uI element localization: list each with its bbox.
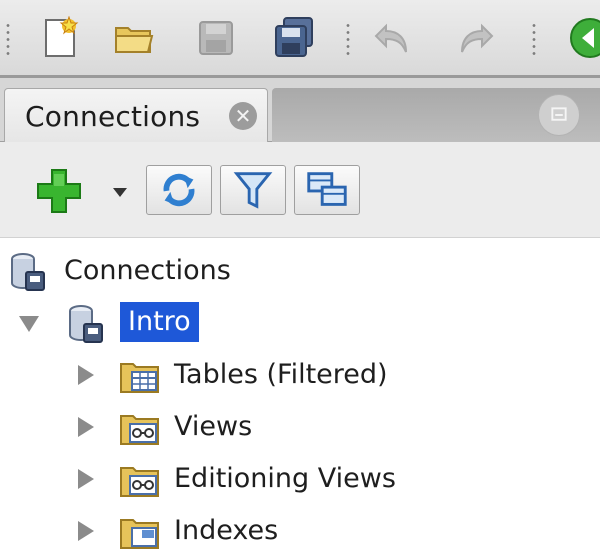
redo-icon <box>461 23 494 53</box>
save-icon <box>199 21 233 55</box>
add-connection-button[interactable] <box>34 166 84 216</box>
chevron-down-icon <box>113 188 127 197</box>
collapsed-triangle-icon[interactable] <box>72 414 98 440</box>
add-connection-dropdown[interactable] <box>112 186 128 198</box>
views-folder-icon <box>118 406 162 450</box>
tree-item-label: Editioning Views <box>174 463 396 494</box>
collapsed-triangle-icon[interactable] <box>72 466 98 492</box>
refresh-icon <box>163 173 195 207</box>
connections-toolbar <box>0 142 600 238</box>
close-icon[interactable]: ✕ <box>229 102 257 130</box>
open-button[interactable] <box>112 16 156 60</box>
expanded-triangle-icon[interactable] <box>16 310 42 336</box>
save-all-icon <box>275 17 313 57</box>
minimize-panel-button[interactable] <box>538 94 580 136</box>
database-icon <box>64 302 108 346</box>
tree-item-views[interactable]: Views <box>0 402 600 454</box>
schema-browser-icon <box>307 172 347 206</box>
refresh-button[interactable] <box>146 165 212 215</box>
save-button[interactable] <box>194 16 238 60</box>
back-icon <box>570 18 600 58</box>
schema-browser-button[interactable] <box>294 165 360 215</box>
redo-button[interactable] <box>452 16 496 60</box>
minimize-icon <box>551 107 567 121</box>
main-toolbar <box>0 0 600 78</box>
tree-item-label: Indexes <box>174 515 279 546</box>
back-button[interactable] <box>568 16 600 60</box>
tree-root-row[interactable]: Connections <box>0 246 600 298</box>
toolbar-separator <box>346 22 350 58</box>
add-connection-icon <box>37 169 81 213</box>
save-all-button[interactable] <box>272 16 316 60</box>
tree-item-editioning-views[interactable]: Editioning Views <box>0 454 600 506</box>
tree-item-label: Tables (Filtered) <box>174 359 388 390</box>
undo-button[interactable] <box>372 16 416 60</box>
tree-connection-label: Intro <box>120 302 199 342</box>
tree-item-indexes[interactable]: Indexes <box>0 506 600 558</box>
panel-tab-bar: Connections ✕ <box>0 78 600 142</box>
collapsed-triangle-icon[interactable] <box>72 518 98 544</box>
tree-item-label: Views <box>174 411 253 442</box>
filter-icon <box>233 172 273 209</box>
undo-icon <box>374 23 407 53</box>
tables-folder-icon <box>118 354 162 398</box>
toolbar-grip <box>6 22 10 58</box>
connections-icon <box>6 250 50 294</box>
editioning-views-folder-icon <box>118 458 162 502</box>
indexes-folder-icon <box>118 510 162 554</box>
tab-connections-label: Connections <box>25 100 201 133</box>
new-icon <box>45 16 79 57</box>
open-folder-icon <box>115 27 154 53</box>
tree-item-tables[interactable]: Tables (Filtered) <box>0 350 600 402</box>
new-file-button[interactable] <box>38 16 82 60</box>
tree-connection-row[interactable]: Intro <box>0 298 600 350</box>
collapsed-triangle-icon[interactable] <box>72 362 98 388</box>
connections-tree: Connections Intro Tables (Filtered) View… <box>0 238 600 549</box>
filter-button[interactable] <box>220 165 286 215</box>
toolbar-separator <box>532 22 536 58</box>
tab-connections[interactable]: Connections ✕ <box>4 88 268 142</box>
tree-root-label: Connections <box>64 255 231 286</box>
